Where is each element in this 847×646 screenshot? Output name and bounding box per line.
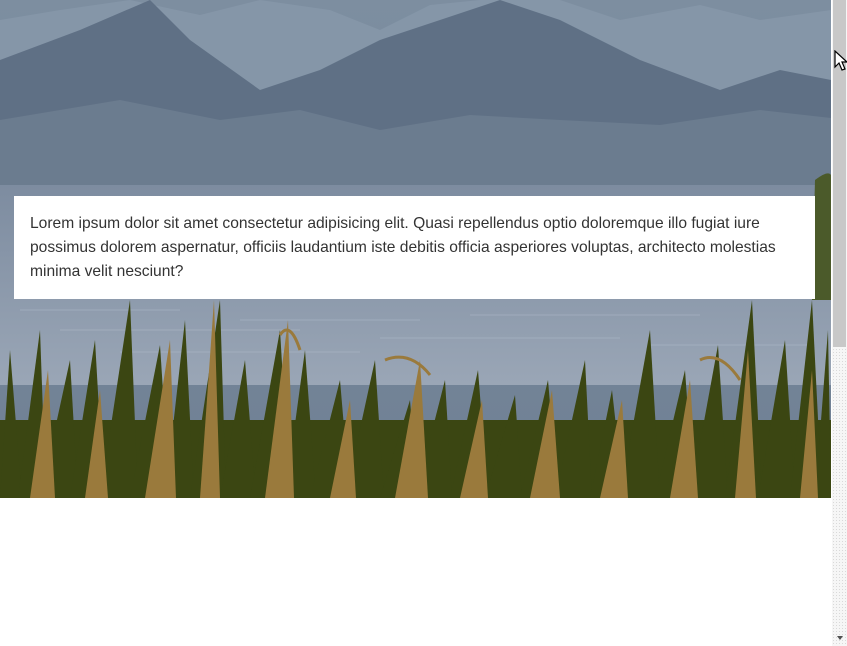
scrollbar-thumb[interactable] (833, 0, 846, 347)
page-viewport: Lorem ipsum dolor sit amet consectetur a… (0, 0, 832, 646)
paragraph-text: Lorem ipsum dolor sit amet consectetur a… (30, 215, 776, 280)
scroll-down-arrow-icon[interactable] (832, 630, 847, 646)
vertical-scrollbar[interactable] (832, 0, 847, 646)
text-card: Lorem ipsum dolor sit amet consectetur a… (14, 196, 815, 299)
